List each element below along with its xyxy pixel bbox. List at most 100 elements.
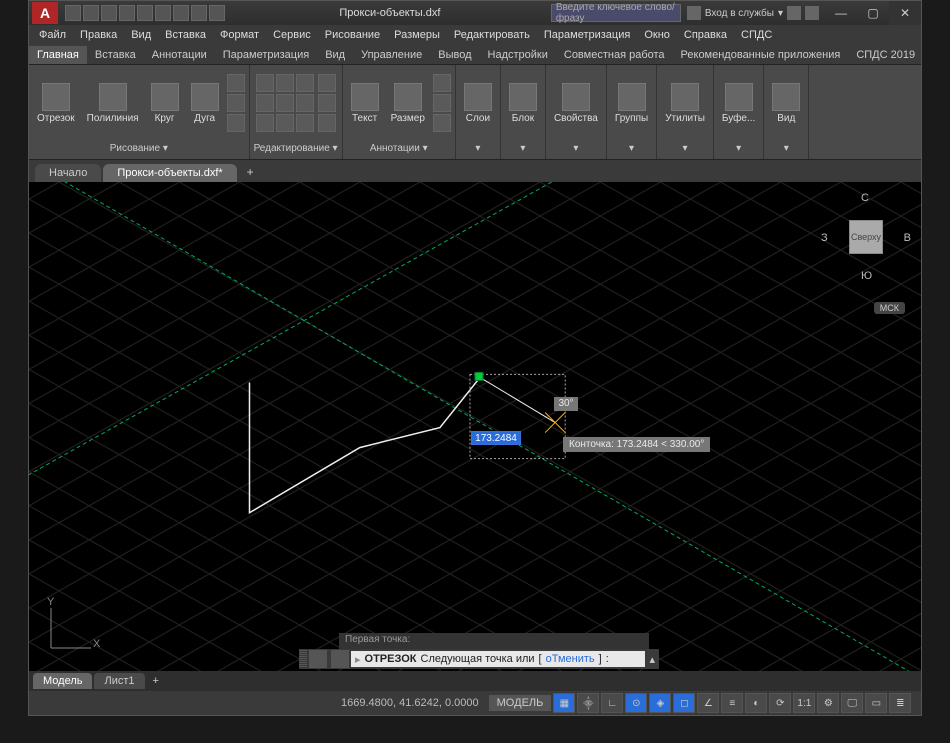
status-otrack-icon[interactable]: ∠ [697, 693, 719, 713]
dynamic-length-input[interactable]: 173.2484 [471, 431, 521, 445]
cmd-option[interactable]: оТменить [546, 653, 595, 665]
polyline-button[interactable]: Полилиния [83, 81, 143, 126]
block-button[interactable]: Блок [505, 81, 541, 126]
status-annoscale-icon[interactable]: 1:1 [793, 693, 815, 713]
ribbon-tab-collab[interactable]: Совместная работа [556, 46, 673, 64]
menu-insert[interactable]: Вставка [159, 27, 212, 43]
qat-print-icon[interactable] [191, 5, 207, 21]
status-monitor-icon[interactable]: 🖵 [841, 693, 863, 713]
qat-redo-icon[interactable] [173, 5, 189, 21]
viewcube-west[interactable]: З [821, 232, 828, 244]
mirror-icon[interactable] [276, 94, 294, 112]
erase-icon[interactable] [318, 74, 336, 92]
close-button[interactable]: ✕ [889, 1, 921, 25]
offset-icon[interactable] [318, 114, 336, 132]
dynamic-angle-input[interactable]: 30° [554, 397, 578, 411]
ribbon-tab-insert[interactable]: Вставка [87, 46, 144, 64]
qat-undo-icon[interactable] [155, 5, 171, 21]
drawing-canvas[interactable]: 173.2484 30° Конточка: 173.2484 < 330.00… [29, 182, 921, 671]
panel-title-annot[interactable]: Аннотации ▾ [370, 139, 428, 157]
exchange-icon[interactable] [787, 6, 801, 20]
qat-save-icon[interactable] [101, 5, 117, 21]
utils-button[interactable]: Утилиты [661, 81, 709, 126]
status-ortho-icon[interactable]: ∟ [601, 693, 623, 713]
app-logo[interactable]: A [32, 2, 58, 24]
explode-icon[interactable] [318, 94, 336, 112]
status-lwt-icon[interactable]: ≡ [721, 693, 743, 713]
stretch-icon[interactable] [256, 114, 274, 132]
cmdline-config-icon[interactable] [331, 650, 349, 668]
text-button[interactable]: Текст [347, 81, 383, 126]
qat-new-icon[interactable] [65, 5, 81, 21]
trim-icon[interactable] [296, 74, 314, 92]
login-area[interactable]: Вход в службы ▾ [681, 6, 825, 20]
draw-small-1[interactable] [227, 74, 245, 92]
minimize-button[interactable]: — [825, 1, 857, 25]
status-grid-icon[interactable]: ▦ [553, 693, 575, 713]
draw-small-2[interactable] [227, 94, 245, 112]
ribbon-tab-view[interactable]: Вид [317, 46, 353, 64]
ribbon-tab-addins[interactable]: Надстройки [480, 46, 556, 64]
rotate-icon[interactable] [276, 74, 294, 92]
wcs-badge[interactable]: МСК [874, 302, 905, 314]
status-transparency-icon[interactable]: ◐ [745, 693, 767, 713]
status-customize-icon[interactable]: ≣ [889, 693, 911, 713]
qat-more-icon[interactable] [209, 5, 225, 21]
viewcube-south[interactable]: Ю [861, 270, 872, 282]
cmdline-grip-icon[interactable] [299, 650, 307, 668]
command-line[interactable]: ▸ ОТРЕЗОК Следующая точка или [оТменить]… [299, 649, 659, 669]
draw-small-3[interactable] [227, 114, 245, 132]
table-icon[interactable] [433, 94, 451, 112]
tab-start[interactable]: Начало [35, 164, 101, 182]
status-osnap-icon[interactable]: ◻ [673, 693, 695, 713]
help-icon[interactable] [805, 6, 819, 20]
menu-spds[interactable]: СПДС [735, 27, 778, 43]
layout-tab-add[interactable]: + [147, 673, 165, 689]
array-icon[interactable] [296, 114, 314, 132]
ribbon-tab-annot[interactable]: Аннотации [144, 46, 215, 64]
qat-saveas-icon[interactable] [119, 5, 135, 21]
leader-icon[interactable] [433, 74, 451, 92]
menu-modify[interactable]: Редактировать [448, 27, 536, 43]
qat-open-icon[interactable] [83, 5, 99, 21]
status-polar-icon[interactable]: ⊙ [625, 693, 647, 713]
menu-dimensions[interactable]: Размеры [388, 27, 446, 43]
mtext-icon[interactable] [433, 114, 451, 132]
ribbon-tab-output[interactable]: Вывод [430, 46, 479, 64]
circle-button[interactable]: Круг [147, 81, 183, 126]
tab-new-button[interactable]: + [239, 162, 262, 182]
view-button[interactable]: Вид [768, 81, 804, 126]
layout-tab-sheet1[interactable]: Лист1 [94, 673, 144, 689]
maximize-button[interactable]: ▢ [857, 1, 889, 25]
viewcube-top-face[interactable]: Сверху [849, 220, 883, 254]
props-button[interactable]: Свойства [550, 81, 602, 126]
ribbon-tab-home[interactable]: Главная [29, 46, 87, 64]
status-cycle-icon[interactable]: ⟳ [769, 693, 791, 713]
ribbon-tab-featured[interactable]: Рекомендованные приложения [673, 46, 849, 64]
status-snap-icon[interactable]: ⸎ [577, 693, 599, 713]
copy-icon[interactable] [256, 94, 274, 112]
move-icon[interactable] [256, 74, 274, 92]
viewcube-north[interactable]: С [861, 192, 869, 204]
groups-button[interactable]: Группы [611, 81, 652, 126]
dimension-button[interactable]: Размер [387, 81, 429, 126]
line-button[interactable]: Отрезок [33, 81, 79, 126]
menu-service[interactable]: Сервис [267, 27, 317, 43]
viewcube-east[interactable]: В [904, 232, 911, 244]
menu-draw[interactable]: Рисование [319, 27, 386, 43]
tab-current-file[interactable]: Прокси-объекты.dxf* [103, 164, 236, 182]
clip-button[interactable]: Буфе... [718, 81, 759, 126]
arc-button[interactable]: Дуга [187, 81, 223, 126]
panel-title-edit[interactable]: Редактирование ▾ [254, 139, 338, 157]
panel-title-draw[interactable]: Рисование ▾ [110, 139, 168, 157]
scale-icon[interactable] [276, 114, 294, 132]
menu-format[interactable]: Формат [214, 27, 265, 43]
menu-file[interactable]: Файл [33, 27, 72, 43]
search-input[interactable]: Введите ключевое слово/фразу [551, 4, 681, 22]
layout-tab-model[interactable]: Модель [33, 673, 92, 689]
status-clean-icon[interactable]: ▭ [865, 693, 887, 713]
status-model-button[interactable]: МОДЕЛЬ [489, 695, 552, 711]
ribbon-tab-spds[interactable]: СПДС 2019 [848, 46, 921, 64]
menu-window[interactable]: Окно [638, 27, 676, 43]
fillet-icon[interactable] [296, 94, 314, 112]
